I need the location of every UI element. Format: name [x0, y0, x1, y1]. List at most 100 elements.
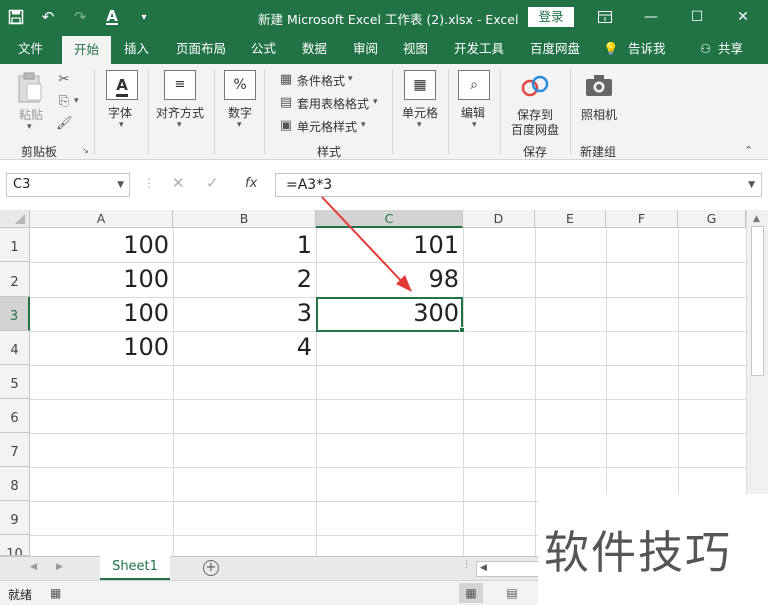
column-header-e[interactable]: E: [535, 210, 606, 228]
cells-icon[interactable]: ▦: [404, 70, 436, 100]
row-header-4[interactable]: 4: [0, 331, 30, 365]
cell-b4[interactable]: 4: [173, 333, 312, 361]
tab-home[interactable]: 开始: [62, 36, 112, 64]
camera-icon[interactable]: [585, 74, 613, 98]
font-dropdown-icon[interactable]: ▾: [119, 120, 124, 130]
row-header-6[interactable]: 6: [0, 399, 30, 433]
collapse-ribbon-icon[interactable]: ⌃: [744, 144, 753, 157]
editing-label[interactable]: 编辑: [461, 104, 485, 121]
tab-data[interactable]: 数据: [302, 34, 327, 64]
column-header-f[interactable]: F: [606, 210, 678, 228]
search-icon[interactable]: ⌕: [458, 70, 490, 100]
column-header-d[interactable]: D: [463, 210, 535, 228]
tab-page-layout[interactable]: 页面布局: [176, 34, 226, 64]
clipboard-launcher-icon[interactable]: ↘: [82, 146, 89, 155]
row-header-8[interactable]: 8: [0, 467, 30, 501]
row-header-2[interactable]: 2: [0, 262, 30, 297]
format-painter-icon[interactable]: 🖌: [56, 116, 73, 132]
cell-b2[interactable]: 2: [173, 265, 312, 293]
maximize-icon[interactable]: ☐: [674, 0, 720, 34]
alignment-icon[interactable]: ≡: [164, 70, 196, 100]
fill-handle[interactable]: [459, 327, 465, 333]
row-header-5[interactable]: 5: [0, 365, 30, 399]
alignment-label[interactable]: 对齐方式: [156, 104, 204, 121]
add-sheet-icon[interactable]: +: [203, 560, 219, 576]
cells-label[interactable]: 单元格: [402, 104, 438, 121]
cell-a2[interactable]: 100: [30, 265, 169, 293]
cell-b3[interactable]: 3: [173, 299, 312, 327]
table-format-dropdown-icon[interactable]: ▾: [373, 97, 378, 107]
share-button[interactable]: 共享: [718, 34, 743, 64]
font-color-icon[interactable]: A: [96, 0, 128, 34]
tab-split-grip-icon[interactable]: ⋮: [462, 560, 471, 570]
column-header-g[interactable]: G: [678, 210, 746, 228]
copy-dropdown-icon[interactable]: ▾: [74, 96, 79, 106]
baidu-cloud-icon[interactable]: [521, 74, 549, 98]
baidu-pan-label[interactable]: 百度网盘: [511, 121, 559, 138]
cancel-icon[interactable]: ✕: [172, 174, 185, 192]
name-box-dropdown-icon[interactable]: ▼: [117, 174, 124, 196]
tab-developer[interactable]: 开发工具: [454, 34, 504, 64]
minimize-icon[interactable]: —: [628, 0, 674, 34]
name-box[interactable]: C3 ▼: [6, 173, 130, 197]
scroll-thumb[interactable]: [751, 226, 764, 376]
redo-icon[interactable]: ↷: [64, 0, 96, 34]
table-format-icon[interactable]: ▤: [278, 95, 294, 111]
cells-dropdown-icon[interactable]: ▾: [417, 120, 422, 130]
table-format-button[interactable]: 套用表格格式: [297, 95, 369, 112]
row-header-3[interactable]: 3: [0, 297, 30, 331]
cut-icon[interactable]: ✂: [56, 72, 72, 88]
row-header-7[interactable]: 7: [0, 433, 30, 467]
ribbon-display-icon[interactable]: [582, 0, 628, 34]
undo-icon[interactable]: ↶: [32, 0, 64, 34]
cell-c1[interactable]: 101: [316, 231, 459, 259]
enter-icon[interactable]: ✓: [206, 174, 219, 192]
editing-dropdown-icon[interactable]: ▾: [472, 120, 477, 130]
normal-view-icon[interactable]: ▦: [459, 583, 483, 603]
tab-formulas[interactable]: 公式: [251, 34, 276, 64]
select-all-button[interactable]: [0, 210, 30, 228]
conditional-format-button[interactable]: 条件格式: [297, 72, 345, 89]
cell-styles-button[interactable]: 单元格样式: [297, 118, 357, 135]
tab-baidu[interactable]: 百度网盘: [530, 34, 580, 64]
camera-label[interactable]: 照相机: [581, 106, 617, 123]
row-header-9[interactable]: 9: [0, 501, 30, 535]
column-header-b[interactable]: B: [173, 210, 316, 228]
next-sheet-icon[interactable]: ▶: [56, 562, 63, 572]
paste-icon[interactable]: [16, 72, 44, 104]
macro-record-icon[interactable]: ▦: [50, 586, 61, 600]
cell-a3[interactable]: 100: [30, 299, 169, 327]
cell-a4[interactable]: 100: [30, 333, 169, 361]
tab-insert[interactable]: 插入: [124, 34, 149, 64]
cell-a1[interactable]: 100: [30, 231, 169, 259]
close-icon[interactable]: ✕: [720, 0, 766, 34]
horizontal-scrollbar[interactable]: ◀: [476, 561, 540, 577]
font-icon[interactable]: A: [106, 70, 138, 100]
cell-styles-dropdown-icon[interactable]: ▾: [361, 120, 366, 130]
conditional-format-icon[interactable]: ▦: [278, 72, 294, 88]
insert-function-icon[interactable]: fx: [245, 176, 257, 191]
scroll-up-icon[interactable]: ▲: [753, 214, 760, 224]
cell-styles-icon[interactable]: ▣: [278, 118, 294, 134]
percent-icon[interactable]: %: [224, 70, 256, 100]
tell-me-input[interactable]: 告诉我: [628, 34, 666, 64]
paste-dropdown-icon[interactable]: ▾: [27, 122, 32, 132]
number-label[interactable]: 数字: [228, 104, 252, 121]
customize-icon[interactable]: ▾: [128, 0, 160, 34]
scroll-left-icon[interactable]: ◀: [480, 563, 487, 573]
sheet-tab-sheet1[interactable]: Sheet1: [100, 556, 170, 580]
tab-file[interactable]: 文件: [18, 34, 43, 64]
number-dropdown-icon[interactable]: ▾: [237, 120, 242, 130]
login-button[interactable]: 登录: [528, 7, 574, 27]
page-layout-view-icon[interactable]: ▤: [500, 583, 524, 603]
column-header-c[interactable]: C: [316, 210, 463, 228]
prev-sheet-icon[interactable]: ◀: [30, 562, 37, 572]
row-header-10[interactable]: 10: [0, 535, 30, 556]
row-header-1[interactable]: 1: [0, 228, 30, 262]
column-header-a[interactable]: A: [30, 210, 173, 228]
font-label[interactable]: 字体: [108, 104, 132, 121]
conditional-format-dropdown-icon[interactable]: ▾: [348, 74, 353, 84]
expand-formula-icon[interactable]: ▼: [748, 174, 755, 196]
tab-view[interactable]: 视图: [403, 34, 428, 64]
formula-input[interactable]: =A3*3 ▼: [275, 173, 762, 197]
